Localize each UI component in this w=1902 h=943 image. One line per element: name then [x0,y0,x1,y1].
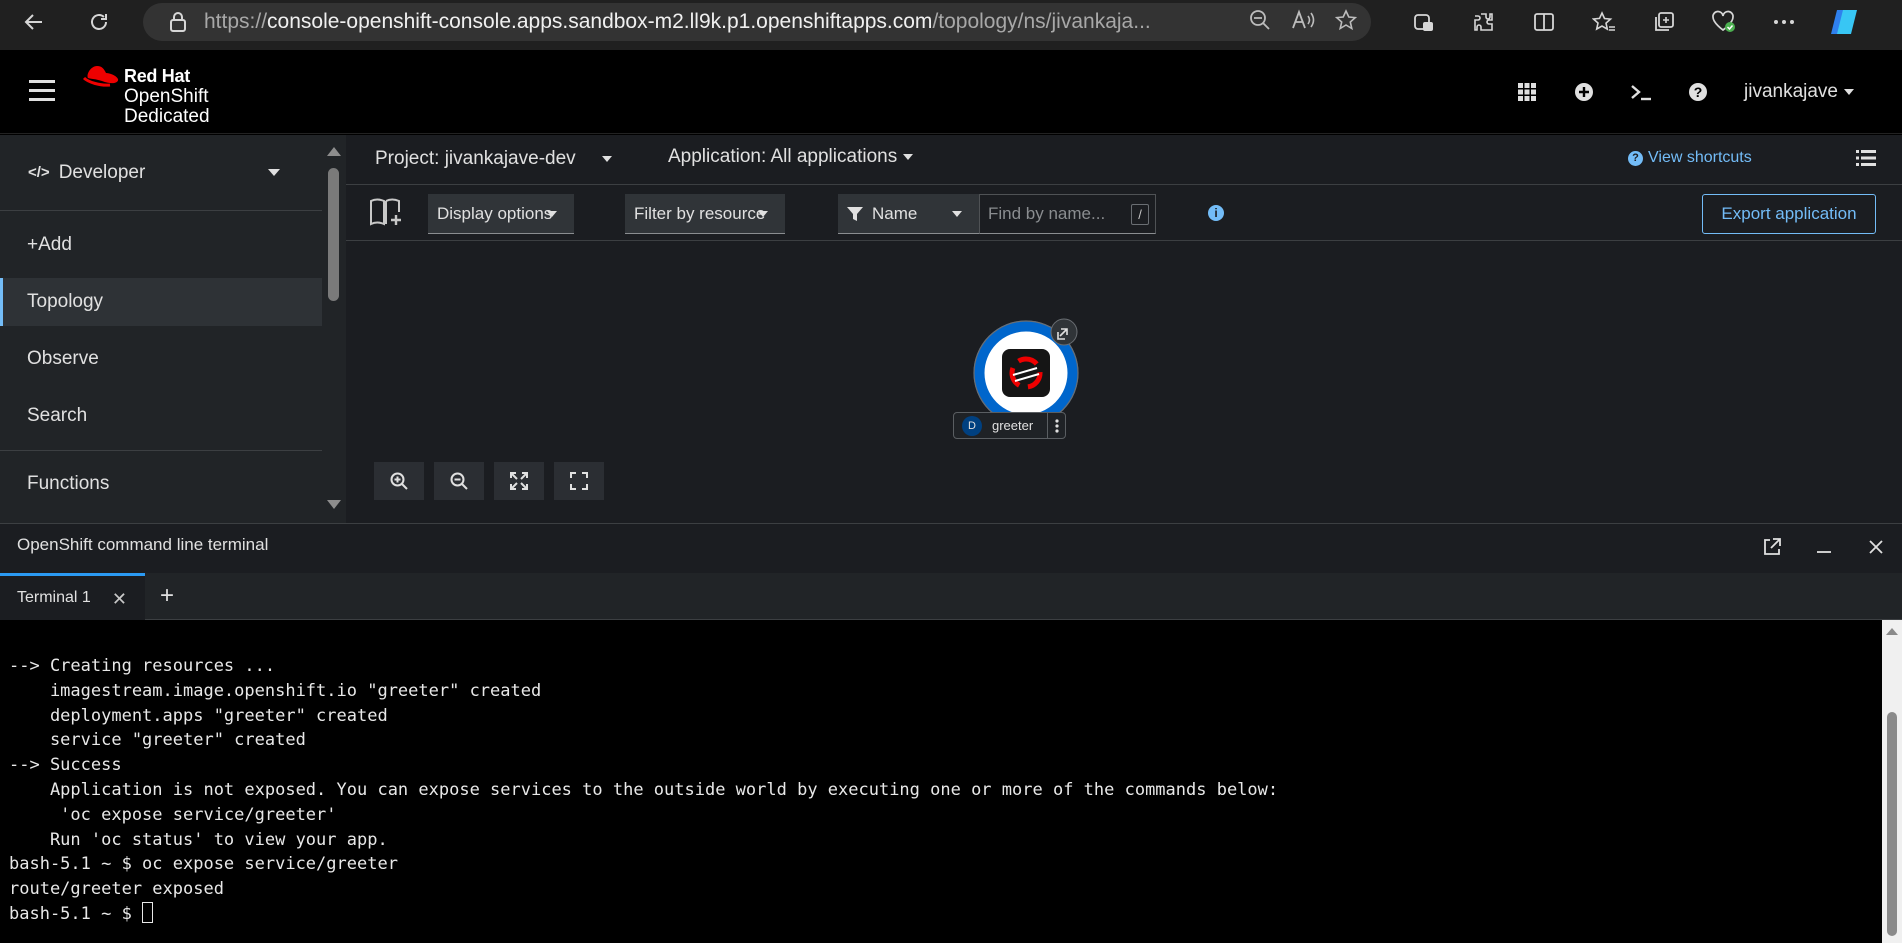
terminal-line: Run 'oc status' to view your app. [9,829,388,850]
topology-main: Project: jivankajave-dev Application: Al… [346,135,1902,523]
deployment-badge: D [962,415,982,436]
scroll-down-icon[interactable] [327,500,341,509]
address-bar[interactable]: https://console-openshift-console.apps.s… [143,3,1371,41]
help-question-icon[interactable]: ? [1669,78,1726,106]
sidebar-divider [0,450,322,451]
open-new-window-icon[interactable] [1746,534,1798,560]
terminal-prompt-icon[interactable] [1612,78,1669,106]
quick-search-book-icon[interactable] [369,196,403,228]
sidebar-item-observe[interactable]: Observe [0,335,322,383]
sidebar-item-add[interactable]: +Add [0,221,322,269]
sidebar-nav: </> Developer +Add Topology Observe Sear… [0,135,322,523]
quick-create-plus-icon[interactable] [1555,78,1612,106]
terminal-tab-bar: Terminal 1 ✕ + [0,573,1902,620]
scroll-thumb[interactable] [1887,712,1897,936]
topology-zoom-controls [374,462,604,500]
refresh-icon[interactable] [82,5,116,39]
application-selector[interactable]: Application: All applications [668,146,914,168]
brand-logo[interactable]: Red Hat OpenShift Dedicated [82,62,232,127]
lock-icon[interactable] [167,11,189,33]
browser-toolbar: https://console-openshift-console.apps.s… [0,0,1902,50]
terminal-cursor [142,901,154,923]
caret-down-icon [601,156,612,162]
filter-funnel-icon [847,206,863,221]
sidebar-scrollbar[interactable] [322,135,346,523]
red-hat-icon [82,66,119,87]
terminal-line: --> Success [9,755,122,776]
zoom-out-icon[interactable] [1249,9,1271,36]
question-circle-icon: ? [1628,150,1643,166]
split-screen-icon[interactable] [1514,0,1574,44]
read-aloud-icon[interactable] [1291,8,1315,36]
sidebar-item-topology[interactable]: Topology [0,278,322,326]
terminal-line: 'oc expose service/greeter' [9,804,337,825]
terminal-title: OpenShift command line terminal [17,535,269,554]
hamburger-menu-icon[interactable] [29,80,55,102]
scroll-up-icon[interactable] [327,147,341,156]
url-text: https://console-openshift-console.apps.s… [204,10,1151,33]
node-label[interactable]: D greeter [953,412,1066,439]
topology-toolbar: Display options Filter by resource Name … [346,186,1902,241]
filter-by-resource-dropdown[interactable]: Filter by resource [625,194,785,234]
scroll-thumb[interactable] [328,168,339,301]
filter-type-dropdown[interactable]: Name [838,194,979,234]
export-application-button[interactable]: Export application [1702,194,1876,234]
keyboard-shortcut-hint: / [1131,204,1149,225]
terminal-line: deployment.apps "greeter" created [9,705,388,726]
scroll-up-icon[interactable] [1886,628,1898,635]
terminal-line: bash-5.1 ~ $ oc expose service/greeter [9,854,398,875]
svg-text:?: ? [1693,84,1702,100]
browser-essentials-icon[interactable] [1694,0,1754,44]
copilot-icon[interactable] [1814,0,1874,44]
kebab-menu-icon[interactable] [1047,413,1065,438]
terminal-line: route/greeter exposed [9,879,224,900]
sidebar-item-functions[interactable]: Functions [0,460,322,508]
terminal-line: --> Creating resources ... [9,656,276,676]
close-icon[interactable] [1850,534,1902,560]
terminal-prompt-line: bash-5.1 ~ $ [9,901,1882,927]
back-arrow-icon[interactable] [17,5,51,39]
view-shortcuts-link[interactable]: ? View shortcuts [1628,149,1752,167]
terminal-drawer-header: OpenShift command line terminal [0,523,1902,573]
minimize-icon[interactable] [1798,534,1850,560]
favorite-star-icon[interactable] [1334,8,1358,36]
fit-to-screen-icon[interactable] [494,462,544,500]
user-menu-toggle[interactable]: jivankajave [1744,81,1854,103]
info-circle-icon[interactable]: i [1208,205,1224,221]
code-icon: </> [28,164,50,181]
caret-down-icon [758,211,768,217]
terminal-scrollbar[interactable] [1882,620,1902,943]
caret-down-icon [903,154,914,160]
caret-down-icon [547,211,557,217]
caret-down-icon [268,169,280,176]
project-selector[interactable]: Project: jivankajave-dev [375,148,612,170]
more-menu-icon[interactable] [1754,0,1814,44]
terminal-line: service "greeter" created [9,730,306,751]
zoom-out-icon[interactable] [434,462,484,500]
app-launcher-grid-icon[interactable] [1498,78,1555,106]
extensions-icon[interactable] [1454,0,1514,44]
caret-down-icon [1844,89,1854,95]
close-tab-icon[interactable]: ✕ [112,589,127,610]
add-terminal-plus-icon[interactable]: + [160,584,174,608]
terminal-output[interactable]: --> Creating resources ... imagestream.i… [0,620,1882,943]
expand-fullscreen-icon[interactable] [554,462,604,500]
terminal-line: imagestream.image.openshift.io "greeter"… [9,680,542,701]
terminal-line: Application is not exposed. You can expo… [9,779,1279,800]
tab-terminal-1[interactable]: Terminal 1 ✕ [0,573,145,620]
display-options-dropdown[interactable]: Display options [428,194,574,234]
perspective-switcher[interactable]: </> Developer [0,135,322,211]
copilot-shield-icon[interactable] [1394,0,1454,44]
project-bar: Project: jivankajave-dev Application: Al… [346,135,1902,185]
caret-down-icon [952,211,962,217]
collections-icon[interactable] [1634,0,1694,44]
find-by-name-input[interactable]: Find by name... / [979,194,1156,234]
list-view-icon[interactable] [1856,149,1876,167]
favorites-icon[interactable] [1574,0,1634,44]
zoom-in-icon[interactable] [374,462,424,500]
masthead: Red Hat OpenShift Dedicated ? jivankajav… [0,50,1902,134]
sidebar-item-search[interactable]: Search [0,392,322,440]
